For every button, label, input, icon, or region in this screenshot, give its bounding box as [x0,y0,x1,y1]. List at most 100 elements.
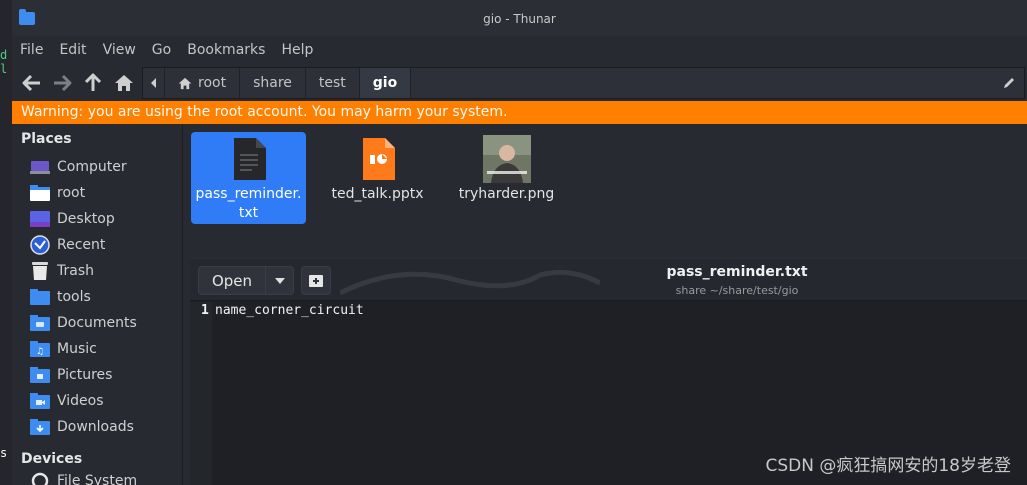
sidebar-item-videos[interactable]: Videos [12,388,182,414]
document-line[interactable]: name_corner_circuit [215,303,364,318]
sidebar-item-label: Recent [57,237,106,253]
sidebar-item-music[interactable]: ♫ Music [12,336,182,362]
menu-help[interactable]: Help [273,38,321,64]
file-name: tryharder.png [458,186,555,202]
videos-folder-icon [30,392,50,410]
sidebar-item-label: Pictures [57,367,113,383]
sidebar-item-label: Downloads [57,419,134,435]
document-title: pass_reminder.txt [666,264,808,280]
presentation-file-icon [320,132,435,185]
open-button[interactable]: Open [199,267,266,294]
home-icon [115,75,133,91]
text-file-icon [191,132,306,185]
terminal-fragment: dl [0,48,8,76]
new-document-icon [309,274,323,287]
drive-icon [30,472,50,485]
sidebar-item-root[interactable]: root [12,180,182,206]
file-name: pass_reminder.txt [195,186,302,221]
path-segment-root[interactable]: root [165,68,241,98]
kali-dragon-watermark-icon [340,269,600,296]
document-path: share ~/share/test/gio [675,284,799,297]
desktop-background: dl s [0,0,12,485]
sidebar: Places Computer root Desktop Recent Tras… [12,124,183,485]
menu-file[interactable]: File [12,38,51,64]
desktop-icon [30,210,50,228]
title-bar[interactable]: gio - Thunar [12,0,1027,36]
menu-bar: File Edit View Go Bookmarks Help [12,38,321,64]
sidebar-item-desktop[interactable]: Desktop [12,206,182,232]
file-item-pass-reminder[interactable]: pass_reminder.txt [191,132,306,224]
open-dropdown-button[interactable] [266,267,293,294]
edit-location-button[interactable] [1002,75,1016,94]
line-gutter [190,302,212,485]
terminal-fragment-2: s [0,446,8,460]
forward-button[interactable] [49,72,75,94]
path-scroll-left-button[interactable] [143,68,165,98]
file-item-tryharder[interactable]: tryharder.png [449,132,564,224]
folder-icon [30,288,50,306]
trash-icon [30,262,50,280]
back-button[interactable] [19,72,45,94]
sidebar-item-label: root [57,185,86,201]
chevron-down-icon [274,277,285,284]
sidebar-item-label: Music [57,341,97,357]
sidebar-item-computer[interactable]: Computer [12,154,182,180]
path-segment-label: share [253,75,292,91]
path-segment-test[interactable]: test [306,68,360,98]
arrow-left-icon [22,74,40,92]
menu-bookmarks[interactable]: Bookmarks [179,38,273,64]
file-item-ted-talk[interactable]: ted_talk.pptx [320,132,435,224]
path-segment-label: root [198,75,227,91]
arrow-up-icon [84,73,102,91]
path-segment-label: gio [372,75,398,91]
sidebar-item-downloads[interactable]: Downloads [12,414,182,440]
path-segment-gio[interactable]: gio [359,68,412,98]
root-warning-bar: Warning: you are using the root account.… [12,101,1027,124]
new-document-button[interactable] [301,266,331,295]
menu-edit[interactable]: Edit [51,38,94,64]
home-folder-icon [30,184,50,202]
csdn-watermark: CSDN @疯狂搞网安的18岁老登 [765,456,1011,476]
arrow-right-icon [54,74,72,92]
chevron-left-icon [150,78,156,88]
window-title: gio - Thunar [483,12,556,26]
sidebar-item-tools[interactable]: tools [12,284,182,310]
toolbar: root share test gio [12,66,1027,100]
image-thumbnail [449,132,564,185]
sidebar-item-label: Videos [57,393,104,409]
sidebar-item-trash[interactable]: Trash [12,258,182,284]
sidebar-item-label: File System [57,473,138,485]
sidebar-item-label: tools [57,289,91,305]
path-segment-label: test [318,75,346,91]
downloads-folder-icon [30,418,50,436]
sidebar-item-documents[interactable]: Documents [12,310,182,336]
line-number: 1 [201,303,209,318]
home-button[interactable] [111,72,137,94]
svg-text:♫: ♫ [36,347,44,357]
sidebar-item-label: Desktop [57,211,115,227]
sidebar-item-pictures[interactable]: Pictures [12,362,182,388]
home-icon [178,77,192,89]
computer-icon [30,158,50,176]
parent-folder-button[interactable] [80,72,106,94]
documents-folder-icon [30,314,50,332]
recent-icon [30,235,50,255]
file-icon-view[interactable]: pass_reminder.txt ted_talk.pptx tryharde… [184,124,1027,256]
menu-view[interactable]: View [95,38,144,64]
menu-go[interactable]: Go [144,38,179,64]
sidebar-item-label: Computer [57,159,127,175]
sidebar-item-recent[interactable]: Recent [12,232,182,258]
places-heading: Places [21,131,72,147]
pencil-icon [1004,78,1014,88]
sidebar-item-label: Documents [57,315,137,331]
thunar-window: gio - Thunar File Edit View Go Bookmarks… [12,0,1027,485]
sidebar-item-label: Trash [57,263,94,279]
pictures-folder-icon [30,366,50,384]
preview-header: Open pass_reminder.txt share ~/share/tes… [190,259,1027,301]
open-button-group: Open [198,266,294,295]
music-folder-icon: ♫ [30,340,50,358]
sidebar-item-filesystem[interactable]: File System [12,468,182,485]
path-segment-share[interactable]: share [240,68,306,98]
file-name: ted_talk.pptx [331,186,424,202]
path-bar: root share test gio [142,67,1025,99]
